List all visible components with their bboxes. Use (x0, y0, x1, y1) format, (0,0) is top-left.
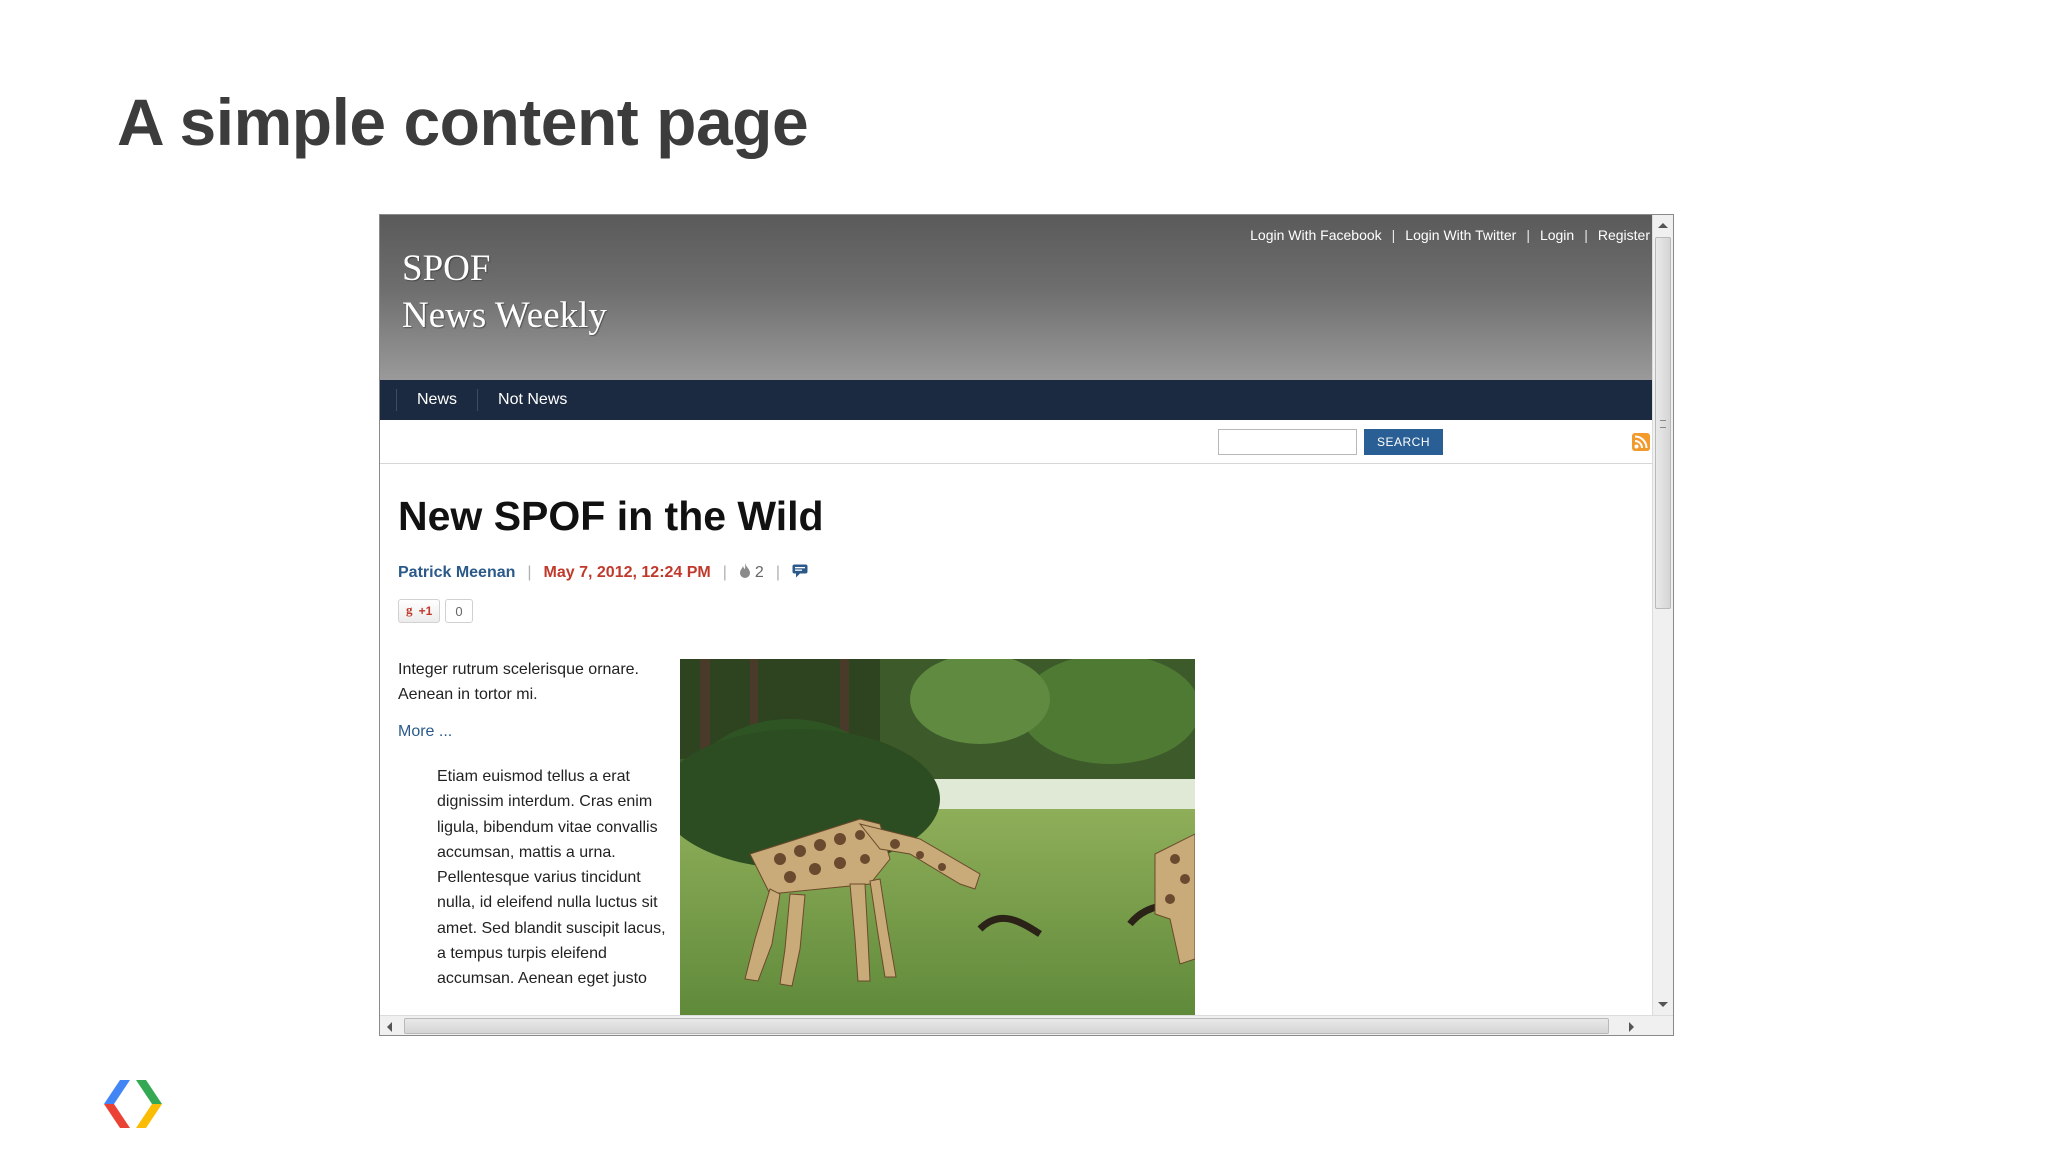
article-title: New SPOF in the Wild (398, 493, 824, 539)
plusone-count: 0 (445, 599, 473, 623)
search-button[interactable]: SEARCH (1364, 429, 1443, 455)
nav-item-not-news[interactable]: Not News (477, 389, 587, 411)
author-link[interactable]: Patrick Meenan (398, 564, 515, 582)
meta-separator: | (527, 564, 532, 581)
rss-icon[interactable] (1632, 433, 1650, 451)
more-link[interactable]: More ... (398, 723, 452, 741)
scroll-right-arrow-icon[interactable] (1629, 1022, 1634, 1032)
horizontal-scroll-thumb[interactable] (404, 1018, 1609, 1034)
google-developers-logo (100, 1078, 166, 1130)
horizontal-scrollbar[interactable] (380, 1015, 1673, 1035)
article-photo (680, 659, 1195, 1015)
popularity-count: 2 (754, 564, 764, 581)
account-links: Login With Facebook | Login With Twitter… (1250, 227, 1650, 243)
comment-icon[interactable] (792, 564, 808, 583)
flame-icon (739, 562, 751, 584)
search-input[interactable] (1218, 429, 1357, 455)
register-link[interactable]: Register (1598, 227, 1650, 243)
slide-title: A simple content page (117, 85, 809, 159)
svg-text:g: g (406, 603, 413, 617)
site-header: SPOF News Weekly Login With Facebook | L… (380, 215, 1652, 380)
browser-screenshot: SPOF News Weekly Login With Facebook | L… (379, 214, 1674, 1036)
meta-separator: | (722, 564, 727, 581)
login-link[interactable]: Login (1540, 227, 1574, 243)
meta-separator: | (775, 564, 780, 581)
article-meta: Patrick Meenan | May 7, 2012, 12:24 PM |… (398, 561, 808, 585)
scroll-grip-icon (1660, 420, 1666, 428)
vertical-scrollbar[interactable] (1652, 215, 1673, 1015)
main-nav: News Not News (380, 380, 1652, 420)
link-separator: | (1526, 227, 1530, 243)
brand-line-1: SPOF (402, 248, 491, 289)
scroll-down-arrow-icon[interactable] (1658, 1002, 1668, 1007)
site-brand[interactable]: SPOF News Weekly (402, 245, 607, 339)
login-facebook-link[interactable]: Login With Facebook (1250, 227, 1382, 243)
scroll-up-arrow-icon[interactable] (1658, 223, 1668, 228)
google-plus-icon: g (406, 602, 416, 620)
link-separator: | (1584, 227, 1588, 243)
search-bar: SEARCH (380, 420, 1652, 464)
nav-item-news[interactable]: News (396, 389, 477, 411)
plusone-widget: g +1 0 (398, 598, 473, 624)
plusone-button[interactable]: g +1 (398, 599, 440, 623)
brand-line-2: News Weekly (402, 295, 607, 336)
login-twitter-link[interactable]: Login With Twitter (1405, 227, 1516, 243)
plusone-label: +1 (418, 604, 433, 618)
article-intro: Integer rutrum scelerisque ornare. Aenea… (398, 661, 639, 703)
article-body: Etiam euismod tellus a erat dignissim in… (437, 768, 666, 988)
link-separator: | (1391, 227, 1396, 243)
scroll-left-arrow-icon[interactable] (387, 1022, 392, 1032)
post-date: May 7, 2012, 12:24 PM (543, 564, 711, 581)
